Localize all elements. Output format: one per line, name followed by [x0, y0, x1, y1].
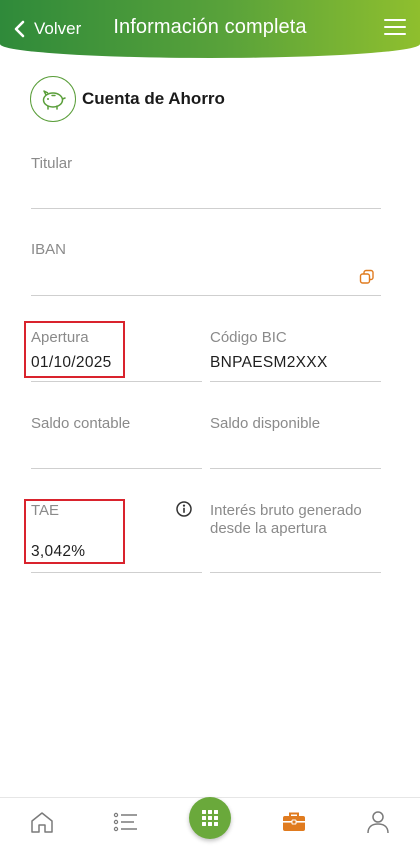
list-icon[interactable]	[112, 808, 140, 836]
bic-field: Código BIC BNPAESM2XXX	[210, 329, 381, 382]
briefcase-icon[interactable]	[280, 808, 308, 836]
tae-highlight-box	[24, 499, 125, 564]
bic-label: Código BIC	[210, 329, 287, 346]
account-title: Cuenta de Ahorro	[82, 89, 225, 108]
account-heading: Cuenta de Ahorro	[30, 76, 225, 122]
grid-menu-icon[interactable]	[189, 797, 231, 839]
saldo-contable-field: Saldo contable	[31, 415, 202, 469]
page-title: Información completa	[113, 16, 307, 38]
saldo-contable-label: Saldo contable	[31, 415, 131, 432]
copy-icon[interactable]	[359, 269, 375, 285]
home-icon[interactable]	[28, 808, 56, 836]
app-header: Volver Información completa	[0, 0, 420, 58]
hamburger-menu-icon[interactable]	[384, 19, 406, 37]
apertura-highlight-box	[24, 321, 125, 378]
interes-label: Interés bruto generado desde la apertura	[210, 502, 362, 537]
saldo-disponible-label: Saldo disponible	[210, 415, 321, 432]
piggy-bank-icon	[30, 76, 76, 122]
saldo-disponible-field: Saldo disponible	[210, 415, 381, 469]
user-icon[interactable]	[364, 808, 392, 836]
info-icon[interactable]	[175, 500, 193, 518]
titular-field: Titular	[31, 155, 381, 209]
titular-label: Titular	[31, 155, 73, 172]
bic-value: BNPAESM2XXX	[210, 354, 328, 371]
interes-field: Interés bruto generado desde la apertura	[210, 502, 381, 573]
iban-label: IBAN	[31, 241, 67, 258]
iban-field: IBAN	[31, 241, 381, 296]
